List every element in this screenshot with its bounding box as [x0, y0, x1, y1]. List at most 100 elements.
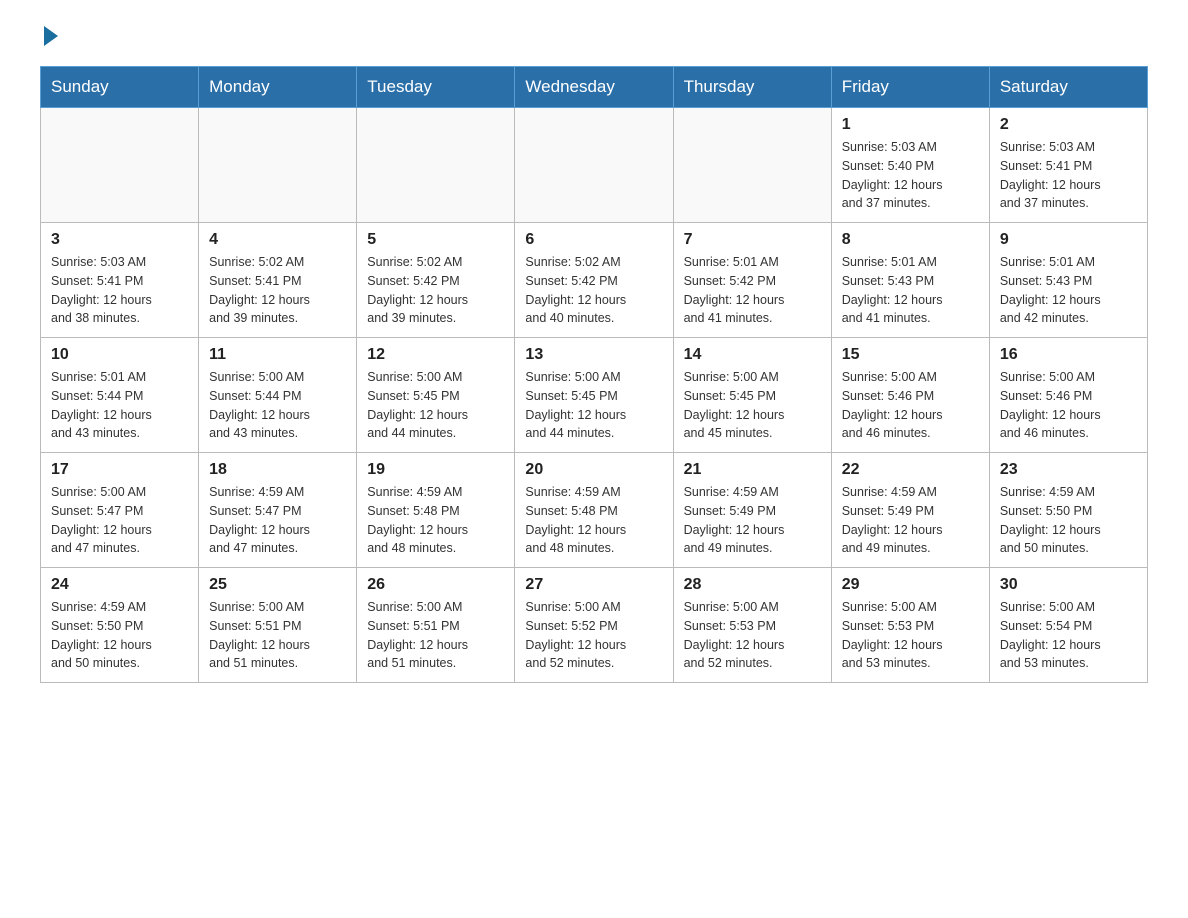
day-info: Sunrise: 5:00 AMSunset: 5:51 PMDaylight:… [367, 598, 504, 673]
weekday-header-saturday: Saturday [989, 67, 1147, 108]
day-number: 2 [1000, 116, 1137, 134]
day-info: Sunrise: 4:59 AMSunset: 5:50 PMDaylight:… [51, 598, 188, 673]
day-number: 10 [51, 346, 188, 364]
calendar-cell: 19Sunrise: 4:59 AMSunset: 5:48 PMDayligh… [357, 453, 515, 568]
calendar-cell: 6Sunrise: 5:02 AMSunset: 5:42 PMDaylight… [515, 223, 673, 338]
calendar-cell: 28 Sunrise: 5:00 AMSunset: 5:53 PMDayligh… [673, 568, 831, 683]
calendar-cell [41, 108, 199, 223]
day-info: Sunrise: 5:00 AMSunset: 5:53 PMDaylight:… [684, 598, 821, 673]
calendar-cell: 23 Sunrise: 4:59 AMSunset: 5:50 PMDayligh… [989, 453, 1147, 568]
day-info: Sunrise: 5:00 AMSunset: 5:52 PMDaylight:… [525, 598, 662, 673]
calendar-cell: 11 Sunrise: 5:00 AMSunset: 5:44 PMDayligh… [199, 338, 357, 453]
day-info: Sunrise: 5:03 AMSunset: 5:41 PMDaylight:… [1000, 138, 1137, 213]
day-number: 3 [51, 231, 188, 249]
day-info: Sunrise: 4:59 AMSunset: 5:48 PMDaylight:… [525, 483, 662, 558]
day-info: Sunrise: 5:01 AMSunset: 5:43 PMDaylight:… [842, 253, 979, 328]
week-row-2: 10 Sunrise: 5:01 AMSunset: 5:44 PMDayligh… [41, 338, 1148, 453]
calendar-cell [199, 108, 357, 223]
calendar-cell: 8 Sunrise: 5:01 AMSunset: 5:43 PMDaylight… [831, 223, 989, 338]
day-number: 9 [1000, 231, 1137, 249]
calendar-cell: 9 Sunrise: 5:01 AMSunset: 5:43 PMDaylight… [989, 223, 1147, 338]
day-info: Sunrise: 5:00 AMSunset: 5:45 PMDaylight:… [684, 368, 821, 443]
day-number: 30 [1000, 576, 1137, 594]
week-row-1: 3 Sunrise: 5:03 AMSunset: 5:41 PMDaylight… [41, 223, 1148, 338]
weekday-header-sunday: Sunday [41, 67, 199, 108]
day-info: Sunrise: 5:02 AMSunset: 5:41 PMDaylight:… [209, 253, 346, 328]
day-number: 7 [684, 231, 821, 249]
day-number: 28 [684, 576, 821, 594]
calendar-cell: 3 Sunrise: 5:03 AMSunset: 5:41 PMDaylight… [41, 223, 199, 338]
calendar-cell [357, 108, 515, 223]
day-info: Sunrise: 5:00 AMSunset: 5:54 PMDaylight:… [1000, 598, 1137, 673]
day-number: 29 [842, 576, 979, 594]
day-number: 1 [842, 116, 979, 134]
day-info: Sunrise: 5:00 AMSunset: 5:46 PMDaylight:… [842, 368, 979, 443]
day-info: Sunrise: 5:01 AMSunset: 5:44 PMDaylight:… [51, 368, 188, 443]
day-number: 14 [684, 346, 821, 364]
calendar-cell: 16 Sunrise: 5:00 AMSunset: 5:46 PMDayligh… [989, 338, 1147, 453]
weekday-header-tuesday: Tuesday [357, 67, 515, 108]
calendar-cell: 17Sunrise: 5:00 AMSunset: 5:47 PMDayligh… [41, 453, 199, 568]
day-number: 13 [525, 346, 662, 364]
calendar-cell: 30 Sunrise: 5:00 AMSunset: 5:54 PMDayligh… [989, 568, 1147, 683]
day-info: Sunrise: 5:00 AMSunset: 5:51 PMDaylight:… [209, 598, 346, 673]
calendar-cell: 22Sunrise: 4:59 AMSunset: 5:49 PMDayligh… [831, 453, 989, 568]
day-number: 27 [525, 576, 662, 594]
calendar-cell: 27 Sunrise: 5:00 AMSunset: 5:52 PMDayligh… [515, 568, 673, 683]
calendar-cell: 15 Sunrise: 5:00 AMSunset: 5:46 PMDayligh… [831, 338, 989, 453]
week-row-3: 17Sunrise: 5:00 AMSunset: 5:47 PMDayligh… [41, 453, 1148, 568]
day-number: 23 [1000, 461, 1137, 479]
day-info: Sunrise: 5:00 AMSunset: 5:46 PMDaylight:… [1000, 368, 1137, 443]
day-info: Sunrise: 5:00 AMSunset: 5:53 PMDaylight:… [842, 598, 979, 673]
weekday-header-wednesday: Wednesday [515, 67, 673, 108]
logo-arrow-icon [44, 26, 58, 46]
day-info: Sunrise: 5:00 AMSunset: 5:47 PMDaylight:… [51, 483, 188, 558]
calendar-cell: 1 Sunrise: 5:03 AMSunset: 5:40 PMDaylight… [831, 108, 989, 223]
day-info: Sunrise: 5:01 AMSunset: 5:42 PMDaylight:… [684, 253, 821, 328]
calendar-cell [515, 108, 673, 223]
day-number: 24 [51, 576, 188, 594]
logo [40, 30, 58, 46]
calendar-cell: 29 Sunrise: 5:00 AMSunset: 5:53 PMDayligh… [831, 568, 989, 683]
calendar-cell: 25 Sunrise: 5:00 AMSunset: 5:51 PMDayligh… [199, 568, 357, 683]
calendar-cell: 2 Sunrise: 5:03 AMSunset: 5:41 PMDaylight… [989, 108, 1147, 223]
calendar-cell [673, 108, 831, 223]
day-number: 20 [525, 461, 662, 479]
week-row-4: 24 Sunrise: 4:59 AMSunset: 5:50 PMDayligh… [41, 568, 1148, 683]
day-info: Sunrise: 5:00 AMSunset: 5:45 PMDaylight:… [367, 368, 504, 443]
day-number: 5 [367, 231, 504, 249]
calendar-cell: 26 Sunrise: 5:00 AMSunset: 5:51 PMDayligh… [357, 568, 515, 683]
day-number: 16 [1000, 346, 1137, 364]
day-info: Sunrise: 5:01 AMSunset: 5:43 PMDaylight:… [1000, 253, 1137, 328]
day-info: Sunrise: 4:59 AMSunset: 5:49 PMDaylight:… [842, 483, 979, 558]
calendar-cell: 21 Sunrise: 4:59 AMSunset: 5:49 PMDayligh… [673, 453, 831, 568]
day-info: Sunrise: 5:03 AMSunset: 5:41 PMDaylight:… [51, 253, 188, 328]
calendar-table: SundayMondayTuesdayWednesdayThursdayFrid… [40, 66, 1148, 683]
weekday-header-row: SundayMondayTuesdayWednesdayThursdayFrid… [41, 67, 1148, 108]
calendar-cell: 18 Sunrise: 4:59 AMSunset: 5:47 PMDayligh… [199, 453, 357, 568]
weekday-header-thursday: Thursday [673, 67, 831, 108]
day-info: Sunrise: 4:59 AMSunset: 5:47 PMDaylight:… [209, 483, 346, 558]
day-info: Sunrise: 5:03 AMSunset: 5:40 PMDaylight:… [842, 138, 979, 213]
weekday-header-monday: Monday [199, 67, 357, 108]
day-number: 19 [367, 461, 504, 479]
day-number: 4 [209, 231, 346, 249]
day-number: 18 [209, 461, 346, 479]
calendar-cell: 10 Sunrise: 5:01 AMSunset: 5:44 PMDayligh… [41, 338, 199, 453]
day-info: Sunrise: 4:59 AMSunset: 5:50 PMDaylight:… [1000, 483, 1137, 558]
day-number: 25 [209, 576, 346, 594]
weekday-header-friday: Friday [831, 67, 989, 108]
day-number: 15 [842, 346, 979, 364]
day-number: 11 [209, 346, 346, 364]
day-info: Sunrise: 5:00 AMSunset: 5:44 PMDaylight:… [209, 368, 346, 443]
calendar-cell: 20 Sunrise: 4:59 AMSunset: 5:48 PMDayligh… [515, 453, 673, 568]
day-info: Sunrise: 4:59 AMSunset: 5:49 PMDaylight:… [684, 483, 821, 558]
calendar-cell: 12Sunrise: 5:00 AMSunset: 5:45 PMDayligh… [357, 338, 515, 453]
day-number: 21 [684, 461, 821, 479]
page-header [40, 30, 1148, 46]
day-number: 26 [367, 576, 504, 594]
day-info: Sunrise: 5:02 AMSunset: 5:42 PMDaylight:… [525, 253, 662, 328]
day-number: 8 [842, 231, 979, 249]
day-info: Sunrise: 5:02 AMSunset: 5:42 PMDaylight:… [367, 253, 504, 328]
calendar-cell: 24 Sunrise: 4:59 AMSunset: 5:50 PMDayligh… [41, 568, 199, 683]
